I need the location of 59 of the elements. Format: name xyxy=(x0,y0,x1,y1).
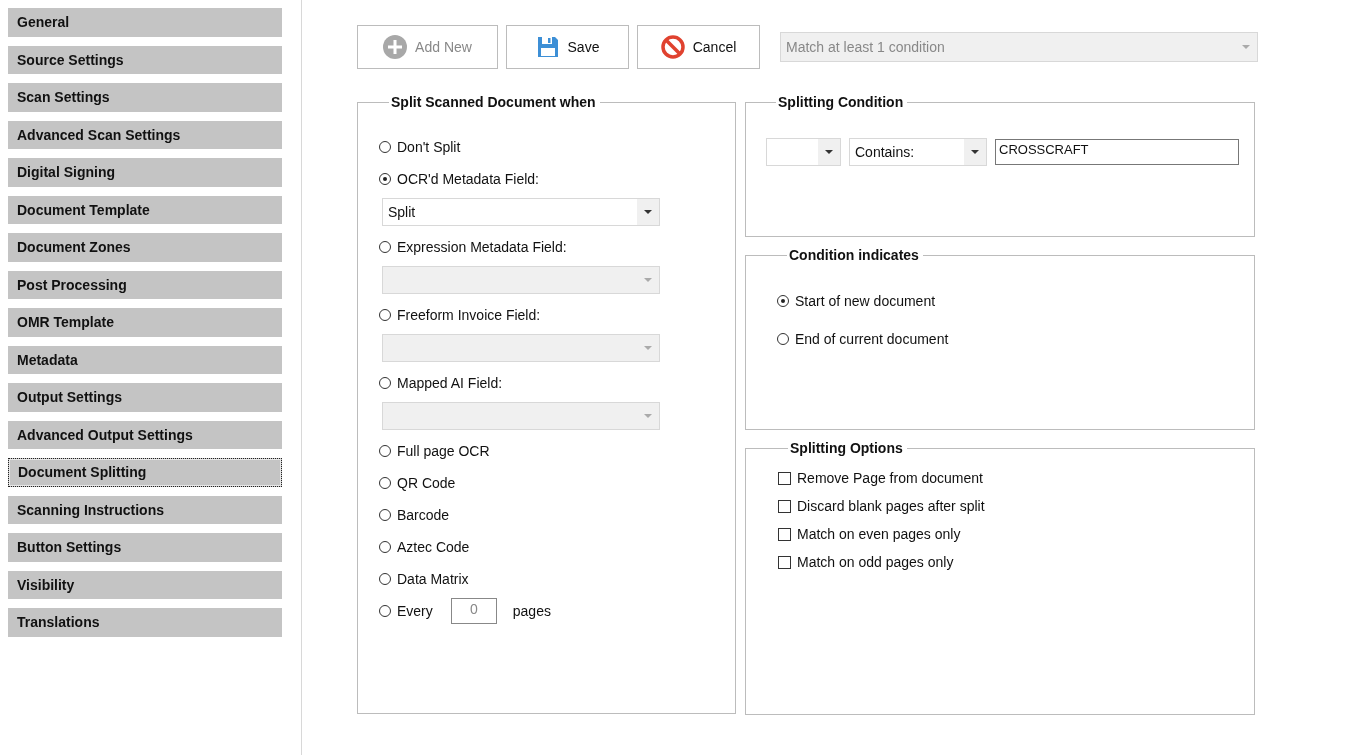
checkbox[interactable] xyxy=(778,499,791,513)
caret-icon xyxy=(644,210,652,214)
field-dropdown[interactable]: Split xyxy=(382,198,660,226)
sidebar-item[interactable]: Scanning Instructions xyxy=(8,495,282,524)
checkbox[interactable] xyxy=(778,471,791,485)
option-label: Start of new document xyxy=(795,293,936,309)
sidebar-item[interactable]: Scan Settings xyxy=(8,83,282,112)
sidebar-item[interactable]: Post Processing xyxy=(8,270,282,299)
caret-icon xyxy=(644,346,652,350)
sidebar-item[interactable]: Visibility xyxy=(8,570,282,599)
sidebar-item[interactable]: Advanced Scan Settings xyxy=(8,120,282,149)
sidebar-item[interactable]: OMR Template xyxy=(8,308,282,337)
operator-dropdown[interactable]: Contains: xyxy=(849,138,987,166)
option-label: pages xyxy=(512,603,551,619)
option-label: Expression Metadata Field: xyxy=(397,239,567,255)
option-label: Freeform Invoice Field: xyxy=(397,307,541,323)
sidebar-item[interactable]: Advanced Output Settings xyxy=(8,420,282,449)
caret-icon xyxy=(825,150,833,154)
option-label: Remove Page from document xyxy=(797,470,983,486)
sidebar-item[interactable]: Document Zones xyxy=(8,233,282,262)
checkbox[interactable] xyxy=(778,527,791,541)
caret-icon xyxy=(644,278,652,282)
sidebar-item[interactable]: Output Settings xyxy=(8,383,282,412)
option-label: Aztec Code xyxy=(397,539,470,555)
option-label: Don't Split xyxy=(397,139,461,155)
cancel-button[interactable]: Cancel xyxy=(637,25,760,69)
option-label: Discard blank pages after split xyxy=(797,498,985,514)
caret-icon xyxy=(971,150,979,154)
field-dropdown[interactable] xyxy=(766,138,841,166)
option-label: Match on odd pages only xyxy=(797,554,954,570)
sidebar-item[interactable]: Metadata xyxy=(8,345,282,374)
save-button[interactable]: Save xyxy=(506,25,629,69)
option-label: QR Code xyxy=(397,475,456,491)
sidebar-item[interactable]: Document Splitting xyxy=(8,458,282,487)
option-label: Full page OCR xyxy=(397,443,490,459)
option-label: OCR'd Metadata Field: xyxy=(397,171,539,187)
plus-icon xyxy=(383,35,408,59)
prohibited-icon xyxy=(660,35,685,59)
caret-icon xyxy=(644,414,652,418)
option-label: End of current document xyxy=(795,331,949,347)
group-title: Split Scanned Document when xyxy=(390,94,597,110)
caret-icon xyxy=(1242,45,1250,49)
option-label: Barcode xyxy=(397,507,450,523)
sidebar-item[interactable]: Button Settings xyxy=(8,533,282,562)
pages-field[interactable]: 0 xyxy=(450,598,497,624)
option-label: Every xyxy=(397,603,433,619)
sidebar-item[interactable]: Source Settings xyxy=(8,45,282,74)
group-title: Splitting Options xyxy=(789,440,904,456)
sidebar-item[interactable]: Translations xyxy=(8,608,282,637)
sidebar-item[interactable]: Document Template xyxy=(8,195,282,224)
condition-text-field[interactable]: CROSSCRAFT xyxy=(995,139,1239,165)
sidebar-item[interactable]: General xyxy=(8,8,282,37)
checkbox[interactable] xyxy=(778,555,791,569)
option-label: Mapped AI Field: xyxy=(397,375,503,391)
option-label: Match on even pages only xyxy=(797,526,961,542)
group-title: Condition indicates xyxy=(788,247,920,263)
option-label: Data Matrix xyxy=(397,571,469,587)
sidebar-item[interactable]: Digital Signing xyxy=(8,158,282,187)
group-title: Splitting Condition xyxy=(777,94,905,110)
